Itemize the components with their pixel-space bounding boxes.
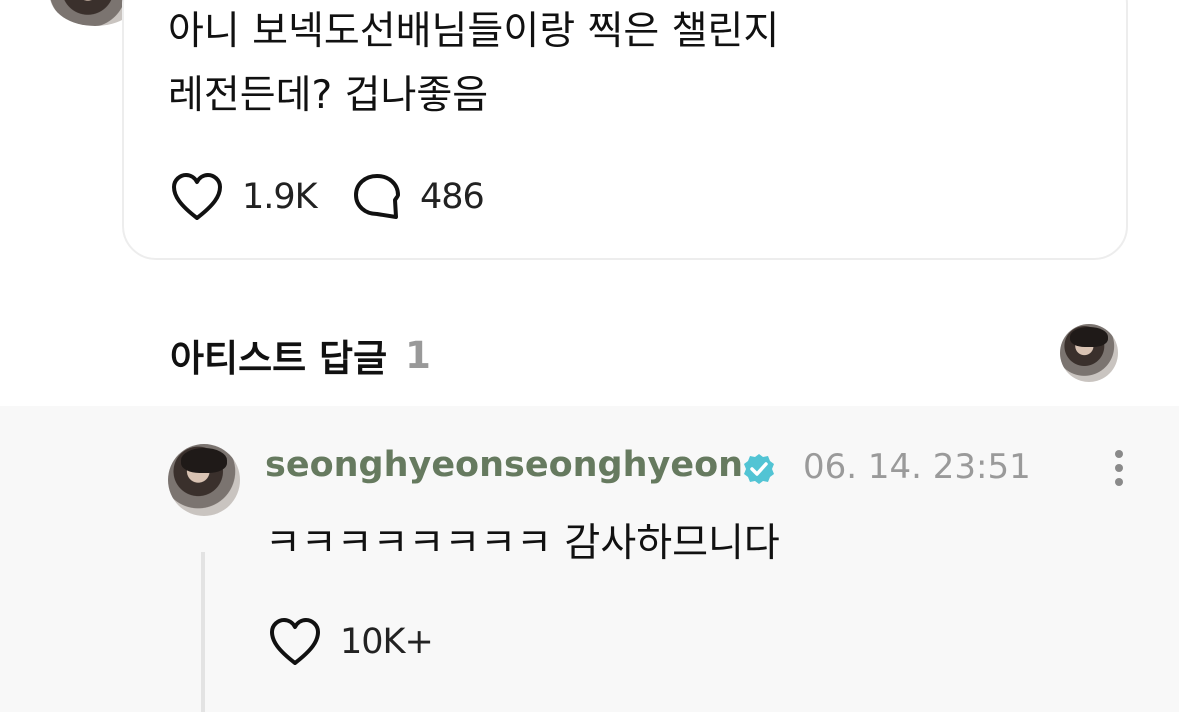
reply-timestamp: 06. 14. 23:51: [803, 447, 1031, 487]
heart-outline-icon: [270, 618, 320, 665]
comment-reply-count: 486: [420, 177, 485, 217]
comment-reply-button[interactable]: 486: [352, 172, 485, 222]
more-options-button[interactable]: [1105, 446, 1133, 490]
verified-badge-icon: [744, 454, 774, 484]
artist-replies-header: 아티스트 답글 1: [170, 328, 431, 382]
artist-replies-title: 아티스트 답글: [170, 337, 388, 380]
thread-line: [201, 552, 205, 712]
speech-bubble-icon: [354, 174, 400, 219]
reply-author-avatar[interactable]: [168, 444, 240, 516]
heart-outline-icon: [172, 173, 222, 220]
reply-author-name[interactable]: seonghyeonseonghyeon: [265, 445, 743, 485]
reply-text: ㅋㅋㅋㅋㅋㅋㅋㅋ 감사하므니다: [265, 521, 780, 566]
artist-replies-count: 1: [405, 333, 431, 377]
more-vertical-icon: [1115, 450, 1123, 458]
comment-text: 아니 보넥도선배님들이랑 찍은 챌린지 레전든데? 겁나좋음: [168, 9, 780, 118]
comment-like-count: 1.9K: [242, 177, 318, 217]
comment-like-button[interactable]: 1.9K: [170, 172, 318, 222]
reply-like-button[interactable]: 10K+: [268, 617, 434, 667]
reply-like-count: 10K+: [340, 622, 434, 662]
artist-avatar[interactable]: [1060, 324, 1118, 382]
